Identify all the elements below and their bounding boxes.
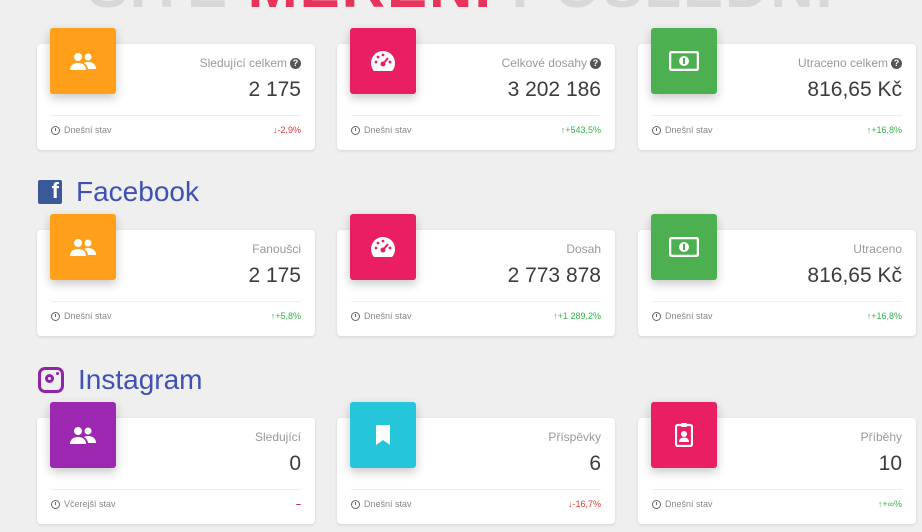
card-label: Příběhy — [860, 430, 902, 444]
page-banner: SITE MERENI POSLEDNÍ — [0, 0, 922, 10]
clock-icon — [652, 311, 661, 321]
divider — [51, 301, 301, 302]
clock-icon — [51, 125, 60, 135]
card-label: Sledující — [254, 430, 301, 444]
divider — [652, 489, 902, 490]
instagram-card-stories: Příběhy 10 Dnešní stav ↑+∞% — [638, 402, 916, 524]
clock-icon — [51, 311, 60, 321]
bookmark-icon — [350, 402, 416, 468]
card-footer: Dnešní stav — [652, 311, 713, 321]
people-icon — [50, 28, 116, 94]
people-icon — [50, 214, 116, 280]
help-icon[interactable]: ? — [290, 58, 301, 69]
help-icon[interactable]: ? — [891, 58, 902, 69]
change-indicator: ↓-16,7% — [567, 499, 601, 509]
card-value: 2 773 878 — [507, 264, 601, 287]
instagram-card-posts: Příspěvky 6 Dnešní stav ↓-16,7% — [337, 402, 615, 524]
banner-right: POSLEDNÍ — [512, 0, 835, 10]
divider — [351, 115, 601, 116]
card-label: Utraceno — [853, 242, 902, 256]
clock-icon — [351, 311, 360, 321]
instagram-icon — [38, 367, 64, 393]
change-indicator: ↑+16,8% — [866, 125, 902, 135]
card-value: 10 — [878, 452, 902, 475]
divider — [51, 115, 301, 116]
instagram-section-title: Instagram — [38, 364, 203, 396]
card-value: 3 202 186 — [507, 78, 601, 101]
divider — [351, 489, 601, 490]
card-value: 2 175 — [248, 78, 301, 101]
clock-icon — [351, 499, 360, 509]
card-footer: Dnešní stav — [652, 499, 713, 509]
speedometer-icon — [350, 28, 416, 94]
help-icon[interactable]: ? — [590, 58, 601, 69]
facebook-section-title: Facebook — [38, 175, 199, 208]
card-label: Dosah — [566, 242, 601, 256]
clock-icon — [652, 499, 661, 509]
money-icon — [651, 28, 717, 94]
divider — [652, 115, 902, 116]
clock-icon — [351, 125, 360, 135]
summary-card-spent: Utraceno celkem? 816,65 Kč Dnešní stav ↑… — [638, 28, 916, 150]
summary-card-followers: Sledující celkem? 2 175 Dnešní stav ↓-2,… — [37, 28, 315, 150]
card-footer: Dnešní stav — [351, 311, 412, 321]
change-indicator: ↑+543,5% — [560, 125, 601, 135]
card-value: 6 — [589, 452, 601, 475]
card-label: Fanoušci — [252, 242, 301, 256]
card-footer: Dnešní stav — [351, 499, 412, 509]
money-icon — [651, 214, 717, 280]
facebook-card-reach: Dosah 2 773 878 Dnešní stav ↑+1 289,2% — [337, 214, 615, 336]
facebook-card-fans: Fanoušci 2 175 Dnešní stav ↑+5,8% — [37, 214, 315, 336]
card-footer: Dnešní stav — [652, 125, 713, 135]
card-footer: Dnešní stav — [351, 125, 412, 135]
change-indicator: ↓-2,9% — [272, 125, 301, 135]
card-label: Sledující celkem? — [200, 56, 301, 70]
divider — [51, 489, 301, 490]
change-indicator: – — [295, 499, 301, 509]
speedometer-icon — [350, 214, 416, 280]
divider — [652, 301, 902, 302]
card-label: Utraceno celkem? — [798, 56, 902, 70]
change-indicator: ↑+∞% — [877, 499, 902, 509]
instagram-card-followers: Sledující 0 Včerejší stav – — [37, 402, 315, 524]
clock-icon — [652, 125, 661, 135]
card-value: 2 175 — [248, 264, 301, 287]
badge-icon — [651, 402, 717, 468]
card-label: Příspěvky — [548, 430, 601, 444]
clock-icon — [51, 499, 60, 509]
card-value: 0 — [289, 452, 301, 475]
summary-card-reach: Celkové dosahy? 3 202 186 Dnešní stav ↑+… — [337, 28, 615, 150]
card-footer: Dnešní stav — [51, 311, 112, 321]
change-indicator: ↑+1 289,2% — [553, 311, 601, 321]
card-value: 816,65 Kč — [807, 78, 902, 101]
change-indicator: ↑+16,8% — [866, 311, 902, 321]
change-indicator: ↑+5,8% — [270, 311, 301, 321]
card-footer: Včerejší stav — [51, 499, 116, 509]
banner-left: SITE — [88, 0, 229, 10]
card-label: Celkové dosahy? — [502, 56, 601, 70]
card-value: 816,65 Kč — [807, 264, 902, 287]
card-footer: Dnešní stav — [51, 125, 112, 135]
facebook-icon — [38, 175, 62, 207]
banner-accent: MERENI — [248, 0, 493, 10]
people-icon — [50, 402, 116, 468]
facebook-card-spent: Utraceno 816,65 Kč Dnešní stav ↑+16,8% — [638, 214, 916, 336]
divider — [351, 301, 601, 302]
